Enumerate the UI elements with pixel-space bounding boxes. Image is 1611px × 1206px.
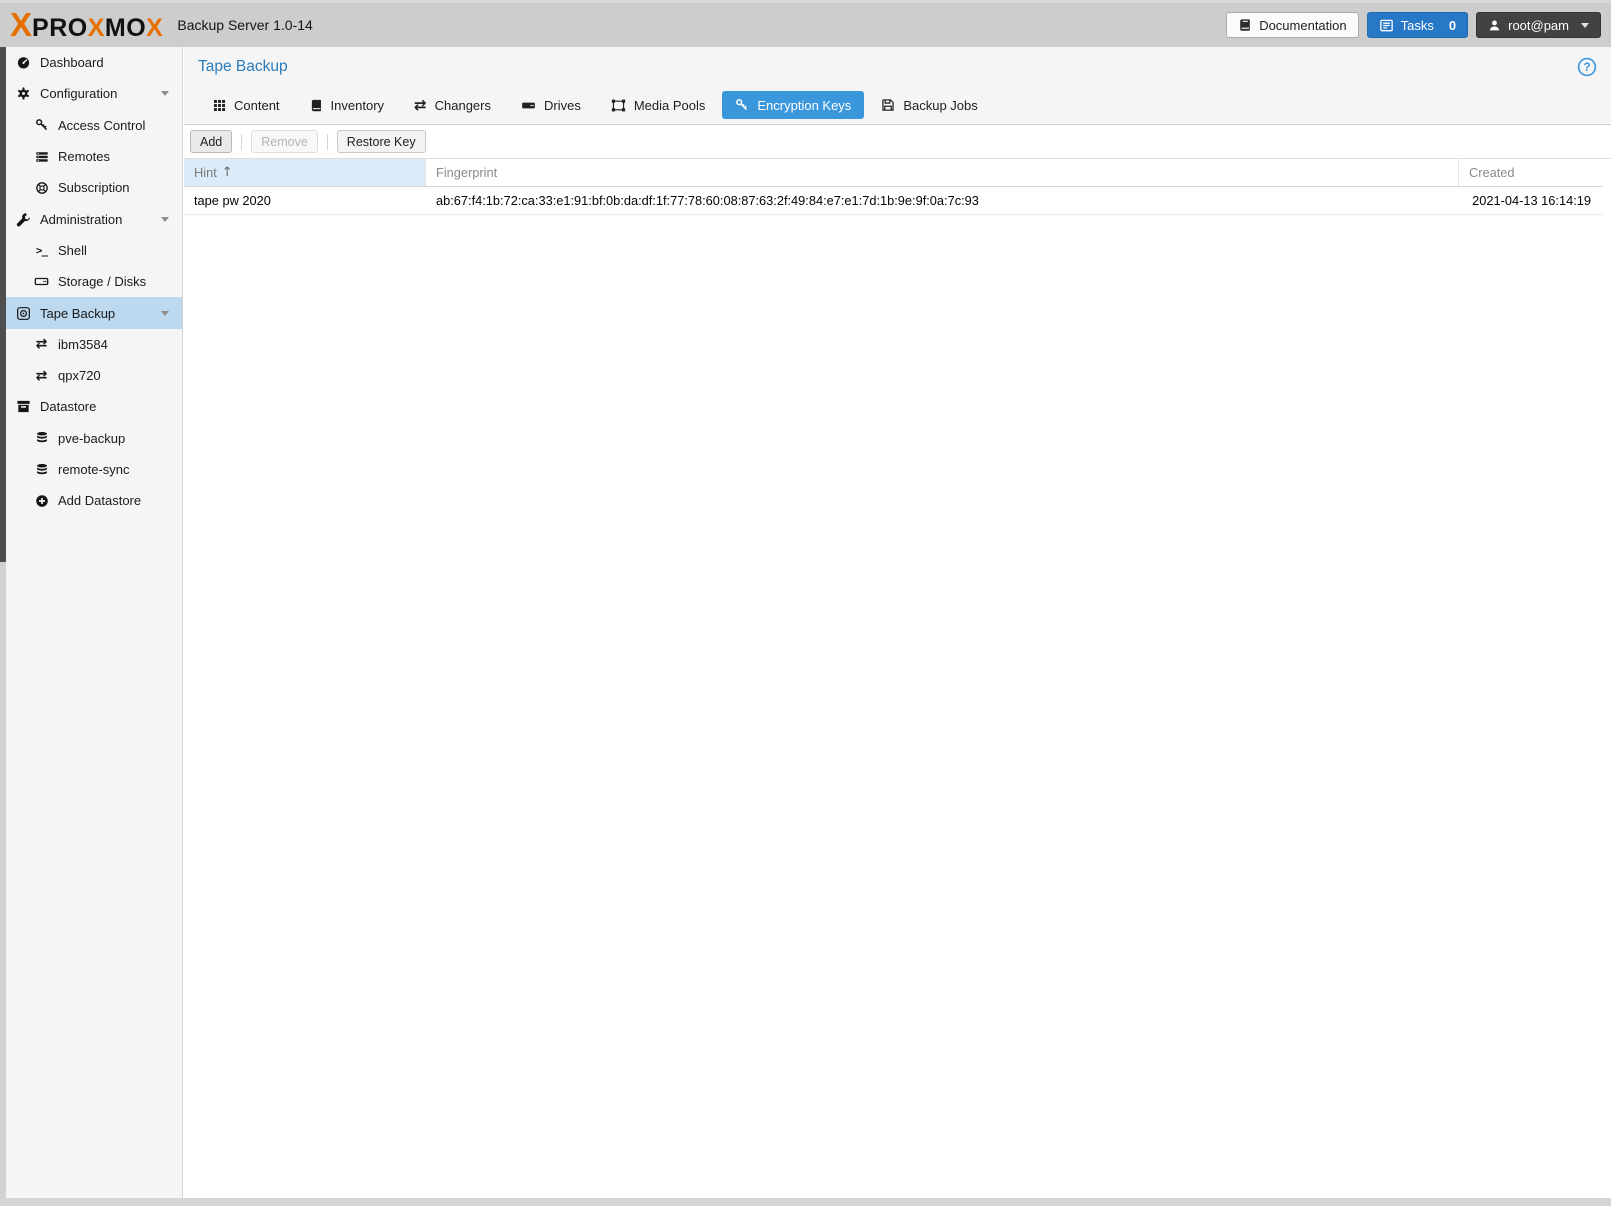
gears-icon [14, 86, 33, 101]
database-icon [32, 431, 51, 445]
documentation-button[interactable]: Documentation [1226, 12, 1358, 38]
book-icon [310, 99, 323, 112]
book-icon [1238, 18, 1252, 32]
database-icon [32, 463, 51, 477]
user-icon [1488, 19, 1501, 32]
th-grid-icon [213, 99, 226, 112]
tab-content[interactable]: Content [200, 91, 293, 119]
sidebar-item-access-control[interactable]: Access Control [6, 110, 182, 141]
archive-icon [14, 399, 33, 414]
tab-backup-jobs[interactable]: Backup Jobs [868, 91, 990, 119]
terminal-icon: >_ [32, 244, 51, 257]
life-ring-icon [32, 181, 51, 195]
tasks-count-badge: 0 [1449, 18, 1456, 33]
exchange-icon: ⇄ [32, 369, 51, 383]
sidebar-item-storage-disks[interactable]: Storage / Disks [6, 266, 182, 297]
chevron-down-icon[interactable] [161, 217, 169, 222]
column-header-created[interactable]: Created [1459, 159, 1603, 186]
plus-circle-icon [32, 494, 51, 508]
chevron-down-icon[interactable] [161, 311, 169, 316]
sidebar-item-pve-backup[interactable]: pve-backup [6, 423, 182, 454]
cell-fingerprint: ab:67:f4:1b:72:ca:33:e1:91:bf:0b:da:df:1… [426, 187, 1459, 214]
sidebar-item-remote-sync[interactable]: remote-sync [6, 454, 182, 485]
bottom-statusbar [0, 1198, 1611, 1206]
tab-media-pools[interactable]: Media Pools [598, 91, 719, 119]
toolbar: Add Remove Restore Key [184, 125, 1611, 159]
logo-x-icon: X [10, 6, 30, 44]
hdd-icon [521, 98, 536, 113]
page-title: Tape Backup [198, 58, 288, 76]
sort-ascending-icon: ↑ [222, 165, 233, 180]
sidebar-item-add-datastore[interactable]: Add Datastore [6, 485, 182, 516]
cell-created: 2021-04-13 16:14:19 [1459, 187, 1603, 214]
tab-encryption-keys[interactable]: Encryption Keys [722, 91, 864, 119]
tab-inventory[interactable]: Inventory [297, 91, 397, 119]
tab-bar: Content Inventory ⇄ Changers Drives [200, 91, 1597, 124]
sidebar-item-subscription[interactable]: Subscription [6, 172, 182, 203]
sidebar-item-remotes[interactable]: Remotes [6, 141, 182, 172]
chevron-down-icon [1581, 23, 1589, 28]
tab-drives[interactable]: Drives [508, 91, 594, 119]
save-icon [881, 98, 895, 112]
sidebar-item-configuration[interactable]: Configuration [6, 78, 182, 109]
svg-text:?: ? [1583, 62, 1590, 74]
table-row[interactable]: tape pw 2020 ab:67:f4:1b:72:ca:33:e1:91:… [184, 187, 1603, 215]
hdd-icon [32, 274, 51, 289]
encryption-keys-table: Hint ↑ Fingerprint Created tape pw 2020 … [184, 159, 1603, 215]
cell-hint: tape pw 2020 [184, 187, 426, 214]
tasks-button[interactable]: Tasks 0 [1367, 12, 1468, 38]
sidebar-item-tape-backup[interactable]: Tape Backup [6, 297, 182, 328]
help-icon[interactable]: ? [1577, 57, 1597, 77]
sidebar-item-administration[interactable]: Administration [6, 203, 182, 234]
tape-icon [14, 306, 33, 321]
logo-wordmark: PROXMOX [32, 14, 163, 43]
restore-key-button[interactable]: Restore Key [337, 130, 426, 153]
key-icon [735, 98, 749, 112]
sidebar-item-dashboard[interactable]: Dashboard [6, 47, 182, 78]
column-header-fingerprint[interactable]: Fingerprint [426, 159, 1459, 186]
exchange-icon: ⇄ [414, 98, 427, 113]
exchange-icon: ⇄ [32, 337, 51, 351]
app-header: X PROXMOX Backup Server 1.0-14 Documenta… [0, 0, 1611, 47]
main-panel: Tape Backup ? Content Inventory ⇄ Change… [184, 47, 1611, 1198]
sidebar-item-shell[interactable]: >_ Shell [6, 235, 182, 266]
toolbar-separator [327, 134, 328, 150]
sidebar: Dashboard Configuration Access Control R… [0, 47, 183, 1198]
column-header-hint[interactable]: Hint ↑ [184, 159, 426, 186]
wrench-icon [14, 212, 33, 227]
app-title: Backup Server 1.0-14 [177, 17, 312, 33]
object-group-icon [611, 98, 626, 113]
user-menu-button[interactable]: root@pam [1476, 12, 1601, 38]
task-list-icon [1379, 18, 1394, 33]
sidebar-item-qpx720[interactable]: ⇄ qpx720 [6, 360, 182, 391]
tab-changers[interactable]: ⇄ Changers [401, 91, 504, 119]
list-icon [32, 150, 51, 164]
sidebar-item-datastore[interactable]: Datastore [6, 391, 182, 422]
toolbar-separator [241, 134, 242, 150]
remove-button[interactable]: Remove [251, 130, 318, 153]
table-header-row: Hint ↑ Fingerprint Created [184, 159, 1603, 187]
chevron-down-icon[interactable] [161, 91, 169, 96]
sidebar-item-ibm3584[interactable]: ⇄ ibm3584 [6, 329, 182, 360]
key-icon [32, 118, 51, 132]
add-button[interactable]: Add [190, 130, 232, 153]
dashboard-icon [14, 55, 33, 70]
proxmox-logo: X PROXMOX [10, 6, 163, 44]
